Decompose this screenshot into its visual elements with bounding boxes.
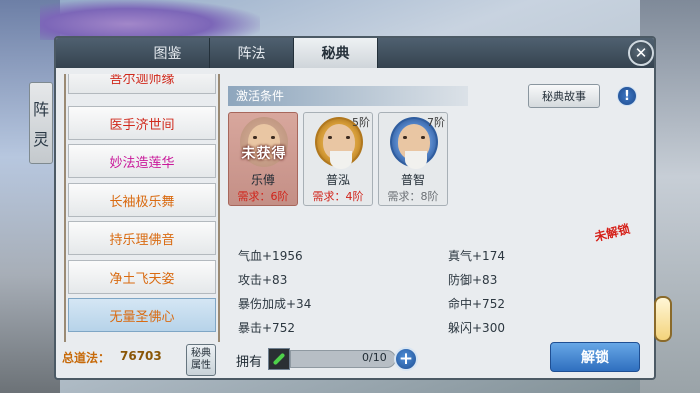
secret-book-list[interactable]: 菩尔迦师缘 医手济世间 妙法造莲华 长袖极乐舞 持乐理佛音 净土飞天姿 无量圣佛… xyxy=(64,74,220,342)
attr-button-line2: 属性 xyxy=(191,360,211,371)
tab-bar: 图鉴 阵法 秘典 xyxy=(56,38,654,68)
info-icon[interactable]: ! xyxy=(617,86,637,106)
side-tab-char-2: 灵 xyxy=(32,130,49,149)
tab-secret-book[interactable]: 秘典 xyxy=(294,38,378,68)
activation-conditions-header: 激活条件 xyxy=(228,86,468,106)
stat-hp: 气血+1956 xyxy=(238,249,303,263)
card-name: 普智 xyxy=(400,173,425,187)
stat-dodge: 躲闪+300 xyxy=(448,321,505,335)
secret-book-story-button[interactable]: 秘典故事 xyxy=(528,84,600,108)
stat-defense: 防御+83 xyxy=(448,273,498,287)
background-scene-left xyxy=(0,0,60,393)
locked-seal-stamp: 未解锁 xyxy=(592,221,632,244)
add-material-button[interactable]: + xyxy=(394,347,418,371)
secret-book-panel: 图鉴 阵法 秘典 ✕ 菩尔迦师缘 医手济世间 妙法造莲华 长袖极乐舞 持乐理佛音… xyxy=(54,36,656,380)
companion-card-puhong[interactable]: 5阶 普泓 需求：4阶 xyxy=(303,112,373,206)
list-item[interactable]: 净土飞天姿 xyxy=(68,260,216,294)
stat-accuracy: 命中+752 xyxy=(448,297,505,311)
card-requirement: 需求：4阶 xyxy=(312,190,364,203)
card-requirement: 需求：6阶 xyxy=(237,190,289,203)
unlock-button[interactable]: 解锁 xyxy=(550,342,640,372)
total-dao-value: 76703 xyxy=(120,349,162,363)
list-item[interactable]: 持乐理佛音 xyxy=(68,221,216,255)
card-name: 普泓 xyxy=(325,173,350,187)
lantern-decoration xyxy=(654,296,672,342)
own-label: 拥有 xyxy=(236,355,263,370)
card-requirement: 需求：8阶 xyxy=(387,190,439,203)
side-tab-formation[interactable]: 阵 灵 xyxy=(29,82,53,164)
own-count: 0/10 xyxy=(362,351,387,364)
card-name: 乐僔 xyxy=(250,173,275,187)
companion-card-puzhi[interactable]: 7阶 普智 需求：8阶 xyxy=(378,112,448,206)
companion-card-leshun[interactable]: 未获得 乐僔 需求：6阶 xyxy=(228,112,298,206)
list-item[interactable]: 菩尔迦师缘 xyxy=(68,74,216,94)
tab-formation[interactable]: 阵法 xyxy=(210,38,294,68)
list-item[interactable]: 妙法造莲华 xyxy=(68,144,216,178)
background-blossom xyxy=(40,0,260,40)
tab-atlas[interactable]: 图鉴 xyxy=(126,38,210,68)
attr-button-line1: 秘典 xyxy=(191,348,211,359)
stat-crit-damage: 暴伤加成+34 xyxy=(238,297,312,311)
secret-book-attributes-button[interactable]: 秘典 属性 xyxy=(186,344,216,376)
list-item-selected[interactable]: 无量圣佛心 xyxy=(68,298,216,332)
tier-tag: 5阶 xyxy=(352,116,370,129)
material-item-icon xyxy=(268,348,290,370)
list-item[interactable]: 长袖极乐舞 xyxy=(68,183,216,217)
tier-tag: 7阶 xyxy=(427,116,445,129)
list-item[interactable]: 医手济世间 xyxy=(68,106,216,140)
stat-attack: 攻击+83 xyxy=(238,273,288,287)
not-obtained-stamp: 未获得 xyxy=(241,146,287,162)
close-icon[interactable]: ✕ xyxy=(628,40,654,66)
stat-qi: 真气+174 xyxy=(448,249,505,263)
stat-crit: 暴击+752 xyxy=(238,321,295,335)
total-dao-label: 总道法： xyxy=(62,351,111,365)
side-tab-char-1: 阵 xyxy=(32,100,49,119)
